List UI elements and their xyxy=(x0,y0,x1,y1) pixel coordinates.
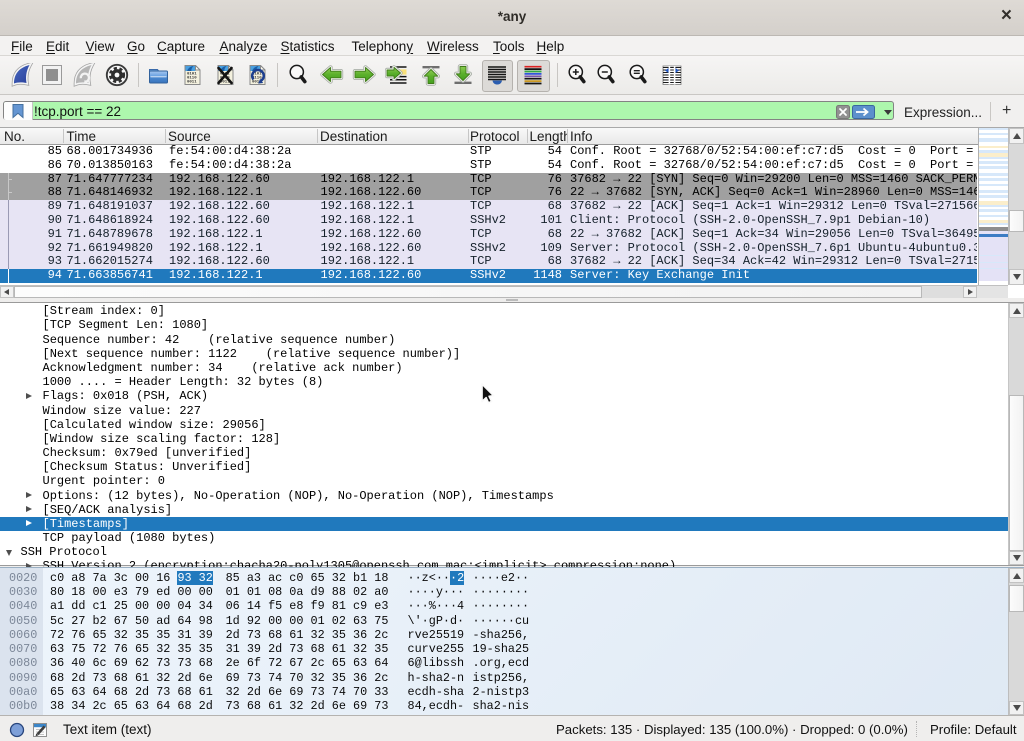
svg-text:0011: 0011 xyxy=(187,81,197,85)
